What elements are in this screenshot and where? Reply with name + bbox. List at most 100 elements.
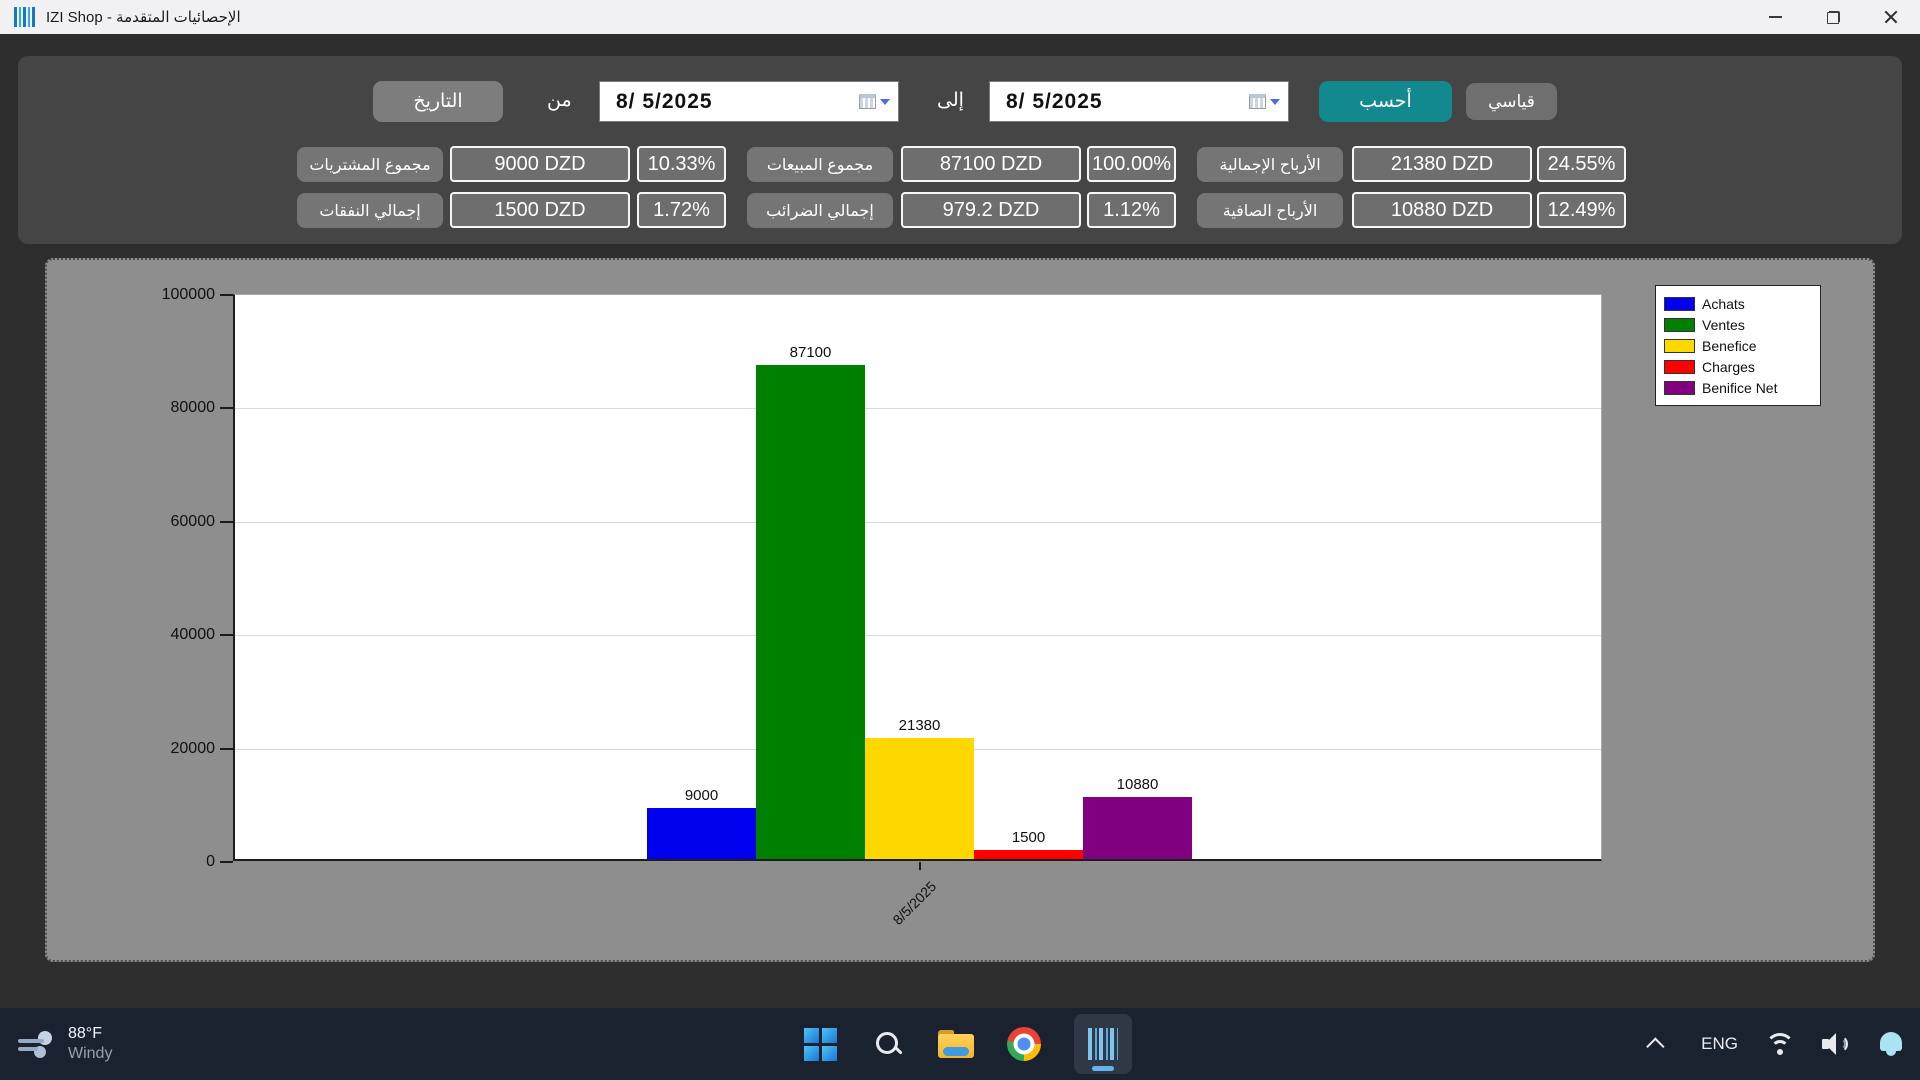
chevron-down-icon[interactable]	[1270, 99, 1280, 105]
total-expenses-value: 1500 DZD	[450, 192, 630, 228]
total-sales-value: 87100 DZD	[901, 146, 1081, 182]
date-button[interactable]: التاريخ	[373, 81, 503, 122]
calendar-icon	[1249, 94, 1266, 109]
chart-panel: 0200004000060000800001000009000871002138…	[45, 258, 1875, 962]
gross-profit-pct: 24.55%	[1537, 146, 1626, 182]
gridline	[235, 408, 1601, 409]
net-profit-value: 10880 DZD	[1352, 192, 1532, 228]
desktop: IZI Shop - الإحصائيات المتقدمة التاريخ م…	[0, 0, 1920, 1080]
window-controls	[1746, 0, 1920, 34]
minimize-icon	[1769, 16, 1782, 18]
y-axis-tick-label: 0	[137, 853, 215, 871]
control-panel: التاريخ من 8/ 5/2025 إلى 8/ 5/2025 أحسب …	[18, 56, 1902, 244]
weather-temperature: 88°F	[68, 1024, 112, 1044]
taskbar-tray: ENG	[1639, 1008, 1902, 1080]
y-axis-tick	[220, 294, 233, 296]
y-axis-tick	[220, 407, 233, 409]
total-sales-pct: 100.00%	[1087, 146, 1176, 182]
search-icon	[874, 1030, 902, 1058]
to-date-value: 8/ 5/2025	[990, 90, 1249, 114]
legend-label: Ventes	[1702, 317, 1745, 333]
y-axis-tick-label: 20000	[137, 740, 215, 758]
active-app-indicator	[1092, 1066, 1114, 1071]
total-purchases-pct: 10.33%	[637, 146, 726, 182]
window-title: IZI Shop - الإحصائيات المتقدمة	[46, 8, 241, 26]
bar-benifice-net	[1083, 797, 1192, 859]
bar-value-label: 21380	[865, 717, 974, 734]
legend-item: Ventes	[1664, 314, 1812, 335]
legend-swatch	[1664, 297, 1695, 311]
plot-area: 0200004000060000800001000009000871002138…	[233, 294, 1602, 861]
total-purchases-label[interactable]: مجموع المشتريات	[297, 147, 443, 182]
chrome-button[interactable]	[1006, 1026, 1042, 1062]
y-axis-tick-label: 100000	[137, 286, 215, 304]
izishop-app-button-active[interactable]	[1074, 1014, 1132, 1074]
y-axis-tick-label: 60000	[137, 513, 215, 531]
legend-item: Benifice Net	[1664, 377, 1812, 398]
bar-value-label: 87100	[756, 344, 865, 361]
chart-legend: Achats Ventes Benefice Charges Benifice Net	[1655, 285, 1821, 406]
close-icon	[1884, 10, 1898, 24]
from-date-picker[interactable]: 8/ 5/2025	[599, 81, 899, 122]
gridline	[235, 522, 1601, 523]
file-explorer-button[interactable]	[938, 1026, 974, 1062]
y-axis-tick-label: 80000	[137, 399, 215, 417]
app-window: IZI Shop - الإحصائيات المتقدمة التاريخ م…	[0, 0, 1920, 1008]
taskbar: 88°F Windy	[0, 1008, 1920, 1080]
izishop-barcode-icon	[1088, 1028, 1118, 1060]
total-expenses-pct: 1.72%	[637, 192, 726, 228]
legend-swatch	[1664, 318, 1695, 332]
bar-ventes	[756, 365, 865, 859]
legend-label: Charges	[1702, 359, 1755, 375]
total-expenses-label[interactable]: إجمالي النفقات	[297, 193, 443, 228]
net-profit-label[interactable]: الأرباح الصافية	[1197, 193, 1343, 228]
app-barcode-icon	[14, 7, 36, 27]
search-button[interactable]	[870, 1026, 906, 1062]
hidden-icons-button[interactable]	[1639, 1026, 1675, 1062]
weather-widget[interactable]: 88°F Windy	[18, 1008, 112, 1080]
taskbar-center-icons	[802, 1008, 1132, 1080]
legend-item: Achats	[1664, 293, 1812, 314]
volume-icon[interactable]	[1822, 1031, 1854, 1057]
language-indicator[interactable]: ENG	[1701, 1034, 1738, 1054]
minimize-button[interactable]	[1746, 0, 1804, 34]
total-taxes-pct: 1.12%	[1087, 192, 1176, 228]
windy-weather-icon	[18, 1029, 56, 1059]
legend-swatch	[1664, 339, 1695, 353]
y-axis-tick-label: 40000	[137, 626, 215, 644]
notification-bell-icon[interactable]	[1880, 1032, 1902, 1056]
chevron-down-icon[interactable]	[880, 99, 890, 105]
x-axis-category-label: 8/5/2025	[869, 878, 940, 949]
to-label: إلى	[937, 89, 964, 112]
bar-value-label: 1500	[974, 829, 1083, 846]
total-purchases-value: 9000 DZD	[450, 146, 630, 182]
total-sales-label[interactable]: مجموع المبيعات	[747, 147, 893, 182]
restore-icon	[1827, 11, 1840, 24]
legend-item: Charges	[1664, 356, 1812, 377]
start-button[interactable]	[802, 1026, 838, 1062]
from-date-value: 8/ 5/2025	[600, 90, 859, 114]
weather-condition: Windy	[68, 1044, 112, 1064]
chrome-icon	[1007, 1027, 1041, 1061]
restore-button[interactable]	[1804, 0, 1862, 34]
gross-profit-value: 21380 DZD	[1352, 146, 1532, 182]
y-axis-tick	[220, 634, 233, 636]
wifi-icon[interactable]	[1764, 1031, 1796, 1057]
net-profit-pct: 12.49%	[1537, 192, 1626, 228]
bar-benefice	[865, 738, 974, 859]
file-explorer-icon	[938, 1030, 974, 1058]
legend-item: Benefice	[1664, 335, 1812, 356]
gridline	[235, 635, 1601, 636]
standard-button[interactable]: قياسي	[1466, 83, 1557, 120]
to-date-picker[interactable]: 8/ 5/2025	[989, 81, 1289, 122]
total-taxes-label[interactable]: إجمالي الضرائب	[747, 193, 893, 228]
y-axis-tick	[220, 861, 233, 863]
titlebar: IZI Shop - الإحصائيات المتقدمة	[0, 0, 1920, 34]
x-axis-tick	[919, 862, 921, 870]
total-taxes-value: 979.2 DZD	[901, 192, 1081, 228]
from-label: من	[547, 89, 572, 112]
calculate-button[interactable]: أحسب	[1319, 81, 1452, 122]
gross-profit-label[interactable]: الأرباح الإجمالية	[1197, 147, 1343, 182]
close-button[interactable]	[1862, 0, 1920, 34]
bar-charges	[974, 850, 1083, 859]
